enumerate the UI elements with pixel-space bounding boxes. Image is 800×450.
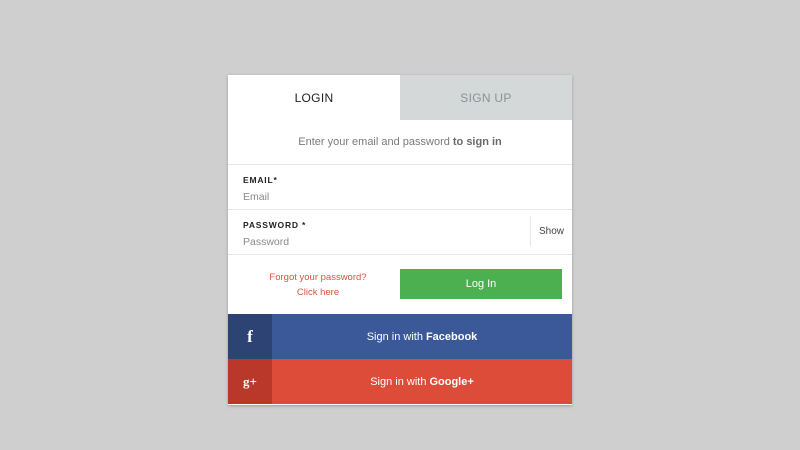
facebook-brand: Facebook — [425, 330, 478, 343]
google-plus-icon: g+ — [228, 359, 272, 404]
login-card: LOGIN SIGN UP Enter your email and passw… — [228, 75, 572, 405]
password-field-group: PASSWORD * Show — [228, 210, 572, 255]
password-label: PASSWORD * — [243, 220, 307, 230]
google-signin-button[interactable]: g+ Sign in with Google+ — [228, 359, 572, 404]
instruction-emphasis: to sign in — [452, 136, 502, 148]
tab-login[interactable]: LOGIN — [228, 75, 400, 120]
email-label: EMAIL* — [243, 175, 278, 185]
click-here-link[interactable]: Click here — [248, 285, 388, 300]
google-signin-label: Sign in with Google+ — [272, 359, 572, 404]
password-input[interactable] — [243, 234, 523, 250]
email-input[interactable] — [243, 189, 523, 205]
tab-signup[interactable]: SIGN UP — [400, 75, 572, 120]
facebook-signin-button[interactable]: f Sign in with Facebook — [228, 314, 572, 359]
instruction-text: Enter your email and password to sign in — [228, 120, 572, 165]
show-password-button[interactable]: Show — [530, 216, 572, 246]
google-signin-prefix: Sign in with — [370, 375, 427, 388]
login-button[interactable]: Log In — [400, 269, 562, 299]
login-actions: Forgot your password? Click here Log In — [228, 255, 572, 314]
email-field-group: EMAIL* — [228, 165, 572, 210]
facebook-signin-label: Sign in with Facebook — [272, 314, 572, 359]
forgot-password-link[interactable]: Forgot your password? Click here — [248, 270, 388, 300]
facebook-signin-prefix: Sign in with — [366, 330, 423, 343]
tab-bar: LOGIN SIGN UP — [228, 75, 572, 120]
facebook-icon: f — [228, 314, 272, 359]
google-brand: Google+ — [429, 375, 474, 388]
instruction-prefix: Enter your email and password — [298, 136, 450, 148]
forgot-password-text[interactable]: Forgot your password? — [248, 270, 388, 285]
